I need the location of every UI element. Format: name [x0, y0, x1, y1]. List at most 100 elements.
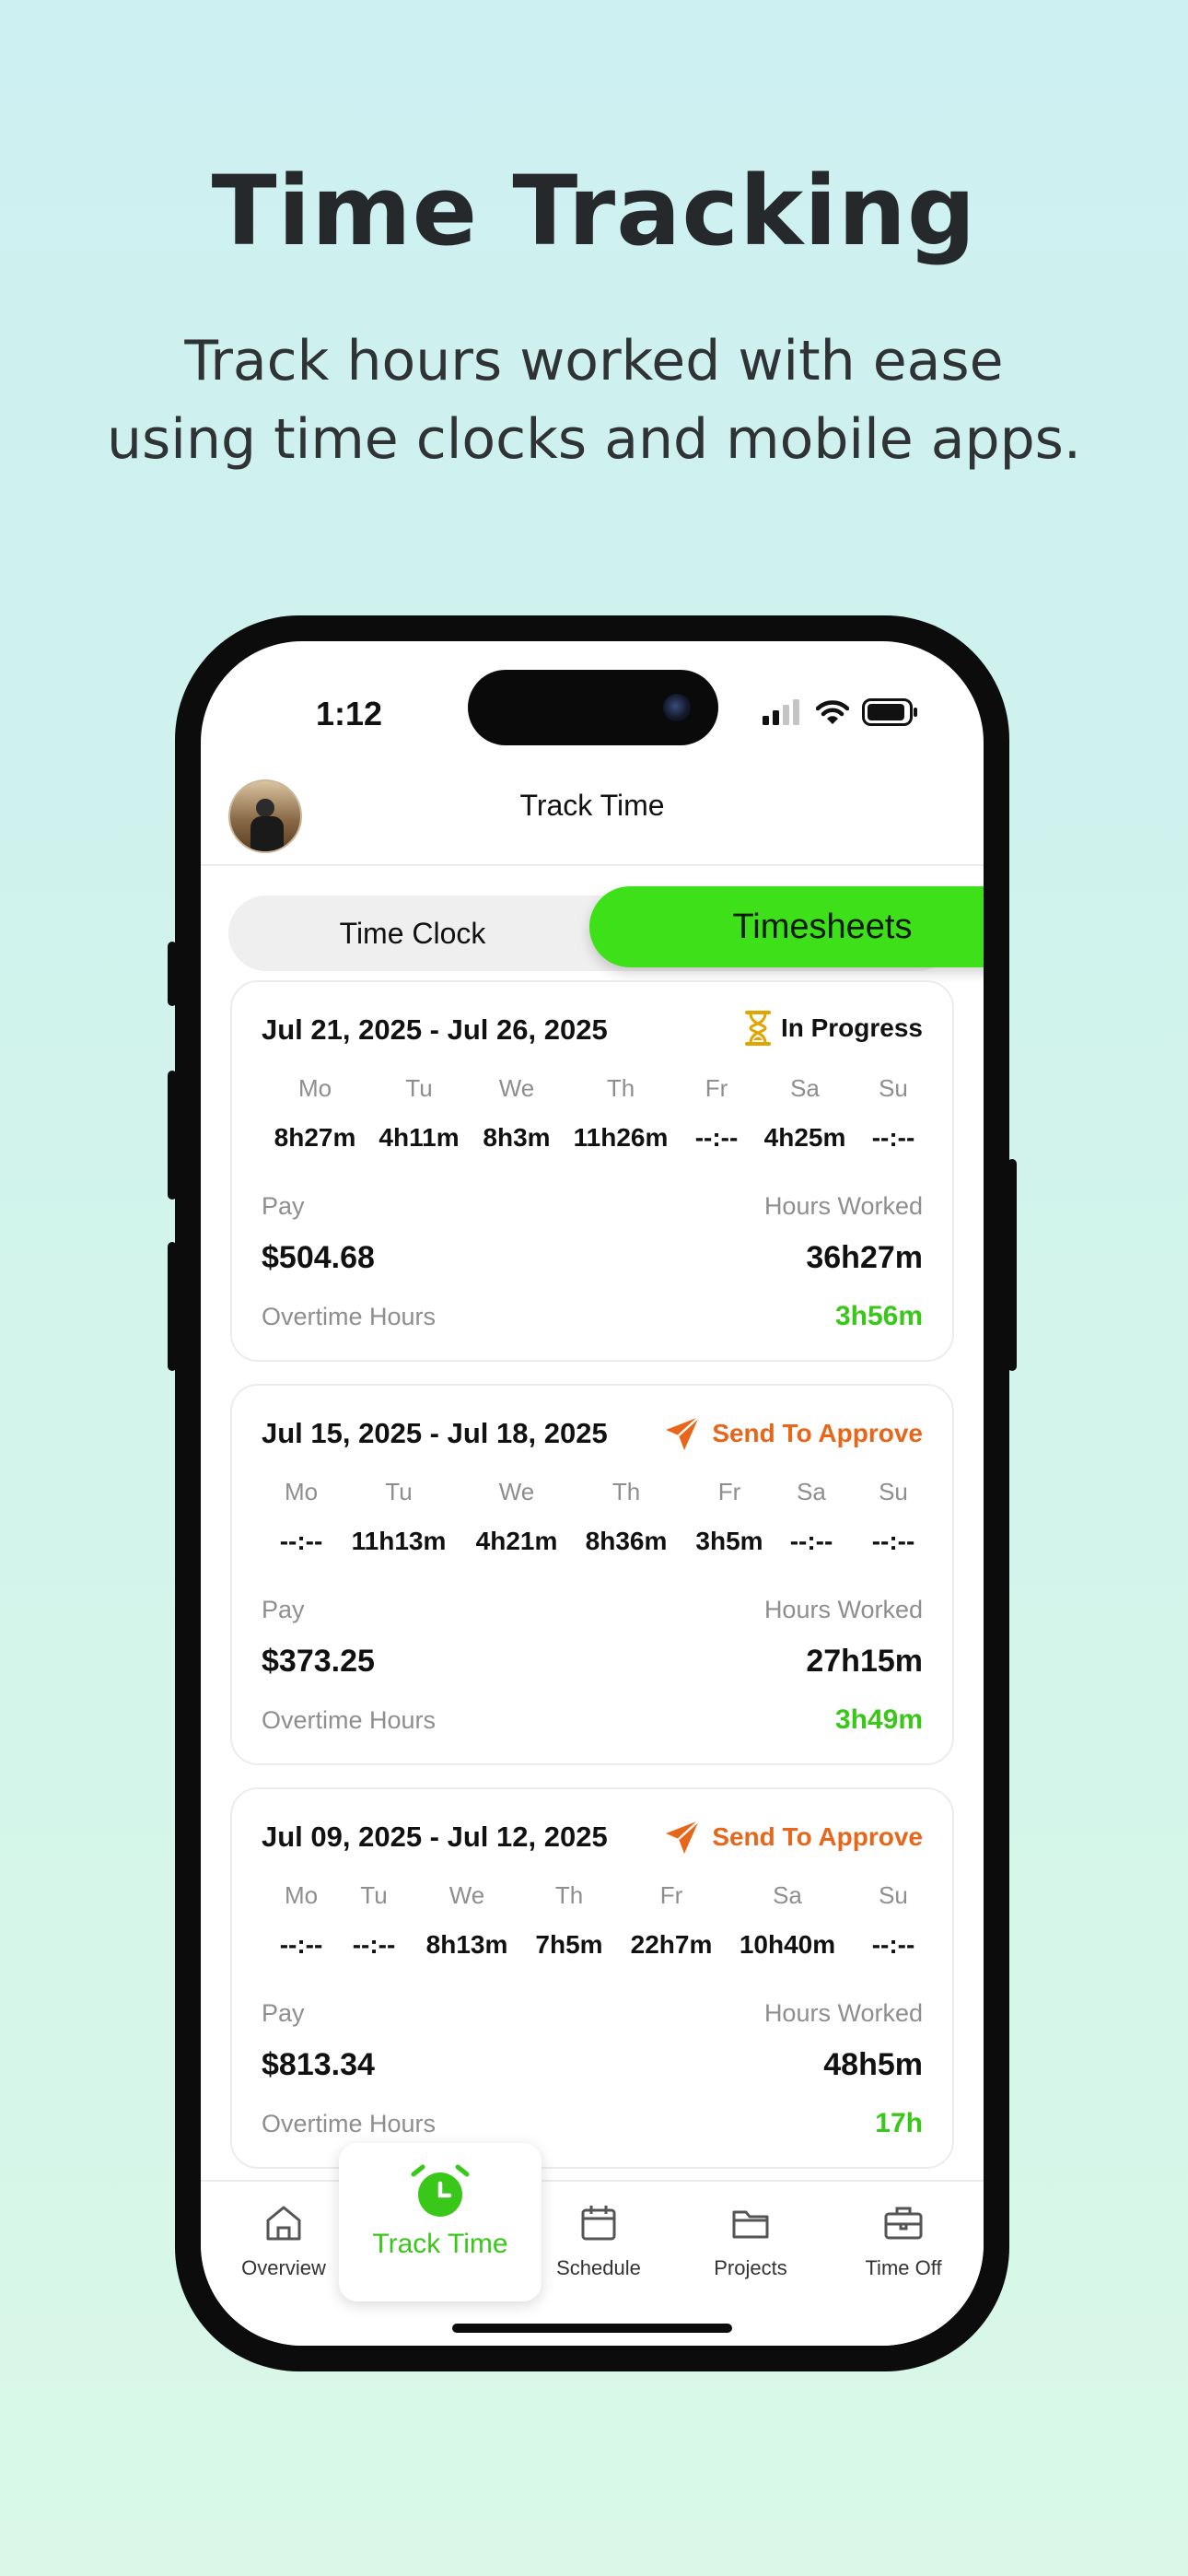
- day-cell: Fr --:--: [695, 1074, 739, 1153]
- day-hours: 10h40m: [739, 1930, 836, 1959]
- overtime-value: 3h49m: [834, 1704, 923, 1735]
- day-name: Th: [554, 1881, 584, 1909]
- day-cell: Sa --:--: [790, 1478, 833, 1556]
- day-hours: --:--: [352, 1930, 396, 1959]
- day-hours: 11h26m: [573, 1123, 669, 1152]
- day-name: Mo: [284, 1881, 319, 1909]
- day-name: Su: [879, 1074, 908, 1102]
- day-hours: 3h5m: [695, 1527, 763, 1555]
- day-name: Sa: [790, 1074, 820, 1102]
- day-hours: 4h11m: [379, 1123, 460, 1152]
- day-hours: --:--: [871, 1123, 915, 1152]
- pay-value: $504.68: [262, 1240, 375, 1275]
- day-hours: --:--: [871, 1527, 915, 1555]
- day-name: We: [498, 1478, 535, 1505]
- day-cell: Sa 4h25m: [764, 1074, 846, 1153]
- nav-item-projects[interactable]: Projects: [681, 2182, 820, 2280]
- phone-frame: 1:12 Track Time Time Clock Timesheets Ju…: [168, 615, 1017, 2371]
- day-row: Mo 8h27m Tu 4h11m We 8h3m Th 11h26m Fr --:-- Sa 4h2…: [262, 1074, 926, 1166]
- pay-label: Pay: [262, 1192, 305, 1220]
- wifi-icon: [816, 700, 849, 724]
- day-cell: Fr 22h7m: [631, 1881, 713, 1960]
- status-badge[interactable]: Send To Approve: [662, 1413, 923, 1454]
- day-cell: Mo --:--: [280, 1478, 323, 1556]
- pay-value: $373.25: [262, 1644, 375, 1679]
- day-cell: Mo 8h27m: [274, 1074, 356, 1153]
- day-cell: Su --:--: [872, 1881, 915, 1960]
- overtime-label: Overtime Hours: [262, 1303, 437, 1330]
- timesheet-card[interactable]: Jul 15, 2025 - Jul 18, 2025 Send To Appro…: [230, 1384, 954, 1765]
- battery-icon: [862, 698, 917, 726]
- day-name: Th: [606, 1074, 635, 1102]
- day-hours: 4h21m: [475, 1527, 558, 1555]
- day-hours: --:--: [694, 1123, 739, 1152]
- briefcase-icon: [884, 2207, 923, 2240]
- timesheet-card[interactable]: Jul 09, 2025 - Jul 12, 2025 Send To Appro…: [230, 1787, 954, 2169]
- overtime-label: Overtime Hours: [262, 2110, 437, 2137]
- tab-timesheets[interactable]: Timesheets: [589, 886, 984, 967]
- camera-icon: [663, 694, 691, 721]
- day-name: Tu: [385, 1478, 413, 1505]
- send-icon: [666, 1820, 701, 1854]
- nav-item-time-off[interactable]: Time Off: [834, 2182, 973, 2280]
- tab-time-clock[interactable]: Time Clock: [228, 896, 597, 971]
- status-label: Send To Approve: [712, 1822, 923, 1851]
- day-name: We: [448, 1881, 485, 1909]
- status-badge[interactable]: Send To Approve: [662, 1817, 923, 1857]
- day-cell: Tu 11h13m: [352, 1478, 447, 1556]
- view-toggle: Time Clock Timesheets: [228, 886, 984, 971]
- pay-label: Pay: [262, 1596, 305, 1623]
- hours-worked-label: Hours Worked: [763, 1192, 923, 1220]
- day-cell: Th 8h36m: [586, 1478, 668, 1556]
- nav-item-track-time[interactable]: Track Time: [339, 2143, 542, 2301]
- overtime-label: Overtime Hours: [262, 1706, 437, 1734]
- day-name: Tu: [360, 1881, 388, 1909]
- hours-worked-value: 48h5m: [823, 2047, 923, 2082]
- nav-item-schedule[interactable]: Schedule: [530, 2182, 668, 2280]
- app-header: Track Time: [201, 752, 984, 866]
- day-row: Mo --:-- Tu --:-- We 8h13m Th 7h5m Fr 22h7m Sa 10h4…: [262, 1881, 926, 1973]
- nav-item-overview[interactable]: Overview: [215, 2182, 353, 2280]
- day-name: Mo: [284, 1478, 319, 1505]
- dynamic-island: [468, 670, 718, 745]
- page-title: Track Time: [519, 789, 665, 822]
- alarm-clock-icon: [411, 2164, 470, 2217]
- phone-screen: 1:12 Track Time Time Clock Timesheets Ju…: [201, 641, 984, 2346]
- hourglass-icon: [744, 1011, 771, 1046]
- nav-label: Overview: [241, 2256, 326, 2279]
- hours-worked-label: Hours Worked: [763, 1999, 923, 2027]
- cellular-signal-icon: [763, 699, 799, 725]
- status-time: 1:12: [316, 695, 383, 732]
- day-cell: Su --:--: [872, 1074, 915, 1153]
- send-icon: [666, 1416, 701, 1450]
- home-icon: [266, 2206, 301, 2241]
- folder-icon: [732, 2210, 769, 2239]
- status-label: In Progress: [780, 1013, 923, 1042]
- overtime-value: 3h56m: [834, 1301, 923, 1331]
- bottom-nav: Overview Track Time Schedule Projects Ti…: [201, 2143, 984, 2346]
- day-hours: --:--: [279, 1930, 323, 1959]
- day-name: Su: [879, 1478, 908, 1505]
- date-range: Jul 15, 2025 - Jul 18, 2025: [262, 1417, 608, 1449]
- day-hours: --:--: [789, 1527, 833, 1555]
- date-range: Jul 21, 2025 - Jul 26, 2025: [262, 1013, 608, 1046]
- day-cell: Tu --:--: [353, 1881, 396, 1960]
- status-icons: [763, 698, 919, 726]
- timesheet-card[interactable]: Jul 21, 2025 - Jul 26, 2025 In Progress Mo…: [230, 980, 954, 1362]
- day-name: Fr: [705, 1074, 728, 1102]
- nav-label: Projects: [714, 2256, 787, 2279]
- day-hours: 11h13m: [351, 1527, 447, 1555]
- volume-up-button: [168, 1071, 177, 1200]
- hours-worked-label: Hours Worked: [763, 1596, 923, 1623]
- promo-headline: Time Tracking: [211, 155, 977, 267]
- nav-label: Time Off: [865, 2256, 942, 2279]
- hours-worked-value: 27h15m: [806, 1644, 923, 1679]
- mute-switch: [168, 942, 177, 1006]
- day-name: Tu: [405, 1074, 433, 1102]
- home-indicator: [452, 2324, 732, 2333]
- day-cell: We 8h3m: [483, 1074, 550, 1153]
- date-range: Jul 09, 2025 - Jul 12, 2025: [262, 1821, 608, 1853]
- nav-label: Schedule: [556, 2256, 641, 2279]
- day-hours: 8h27m: [274, 1123, 356, 1152]
- calendar-icon: [581, 2206, 616, 2241]
